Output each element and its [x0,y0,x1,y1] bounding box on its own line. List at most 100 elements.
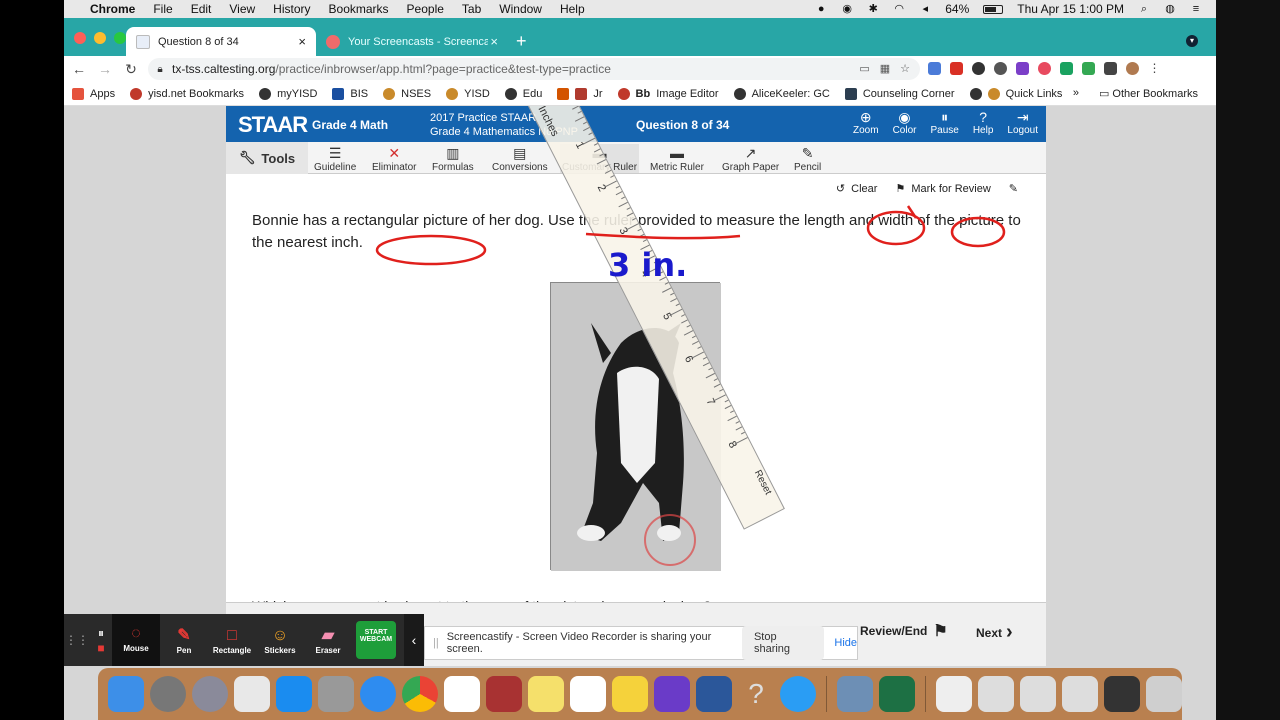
bookmark-quick-links[interactable]: Quick Links [969,87,1062,100]
imovie-icon[interactable] [654,676,690,712]
extensions-puzzle-icon[interactable] [1104,62,1117,75]
drag-handle-icon[interactable]: ⋮⋮ [64,633,90,647]
tab-screencasts[interactable]: Your Screencasts - Screencast × [316,27,508,56]
bookmark-alicekeeler[interactable]: AliceKeeler: GC [733,87,830,100]
extension-g-icon[interactable] [1082,62,1095,75]
notification-center-icon[interactable]: ≡ [1190,3,1202,15]
drag-handle-icon[interactable]: || [433,637,439,649]
battery-icon[interactable] [983,4,1004,14]
window-thumbnail-icon[interactable] [1062,676,1098,712]
tool-guideline[interactable]: ☰ Guideline [314,144,356,173]
extension-dark-icon[interactable] [994,62,1007,75]
mark-for-review-button[interactable]: ⚑ Mark for Review [895,182,990,196]
tab-question[interactable]: Question 8 of 34 × [126,27,316,56]
tools-toggle[interactable]: 🔧︎ Tools [226,142,308,174]
microphone-icon[interactable]: ● [815,3,827,15]
clock[interactable]: Thu Apr 15 1:00 PM [1017,2,1124,16]
collapse-icon[interactable]: ‹ [404,614,424,666]
menu-people[interactable]: People [407,2,444,16]
window-thumbnail-icon[interactable] [1020,676,1056,712]
sc-stickers-button[interactable]: ☺ Stickers [256,626,304,655]
translate-extension-icon[interactable] [928,62,941,75]
bookmark-yisd-net[interactable]: yisd.net Bookmarks [130,87,244,100]
sc-rectangle-button[interactable]: □ Rectangle [208,626,256,655]
screencast-icon[interactable]: ◉ [841,3,853,15]
quicktime-icon[interactable] [780,676,816,712]
tab-search-icon[interactable]: ▾ [1186,35,1198,47]
launchpad-icon[interactable] [192,676,228,712]
minimize-window-icon[interactable] [94,32,106,44]
bookmark-counseling[interactable]: Counseling Corner [844,87,955,100]
zoom-window-icon[interactable] [114,32,126,44]
new-tab-icon[interactable]: + [516,31,527,52]
reminders-icon[interactable] [570,676,606,712]
menu-tab[interactable]: Tab [462,2,481,16]
extension-green-icon[interactable] [1060,62,1073,75]
pause-button[interactable]: ⏸︎ Pause [930,109,958,136]
menu-view[interactable]: View [229,2,255,16]
preview-icon[interactable] [837,676,873,712]
pause-recording-icon[interactable]: ⏸︎ [90,626,112,641]
bookmark-myyisd[interactable]: myYISD [259,87,317,100]
other-bookmarks[interactable]: ▭ Other Bookmarks [1099,87,1198,100]
sc-pen-button[interactable]: ✎ Pen [160,626,208,655]
chrome-menu-icon[interactable]: ⋮ [1148,62,1161,75]
lock-icon[interactable]: 🔒︎ [148,64,172,75]
extension-c-icon[interactable] [1016,62,1029,75]
cast-icon[interactable]: ▭ [859,62,869,75]
forward-icon[interactable]: → [92,61,118,77]
tab-close-icon[interactable]: × [298,34,306,49]
sc-mouse-button[interactable]: ◌ Mouse [112,614,160,666]
bookmark-edu[interactable]: Edu [504,87,542,100]
tool-eliminator[interactable]: ✕ Eliminator [372,144,416,173]
screenshot-icon[interactable] [234,676,270,712]
tab-close-icon[interactable]: × [490,34,498,49]
address-bar[interactable]: 🔒︎ tx-tss.caltesting.org /practice/inbro… [148,58,920,80]
notes-icon[interactable] [528,676,564,712]
logout-button[interactable]: ⇥ Logout [1007,109,1038,136]
system-preferences-icon[interactable] [150,676,186,712]
chrome-icon[interactable] [402,676,438,712]
profile-avatar-icon[interactable] [1126,62,1139,75]
sc-start-webcam-button[interactable]: START WEBCAM [356,621,396,659]
finder-icon[interactable] [108,676,144,712]
document-thumbnail-icon[interactable] [936,676,972,712]
window-thumbnail-icon[interactable] [1104,676,1140,712]
extension-target-icon[interactable] [972,62,985,75]
volume-icon[interactable]: ◂ [919,3,931,15]
qr-icon[interactable]: ▦ [880,62,890,75]
word-icon[interactable] [696,676,732,712]
close-window-icon[interactable] [74,32,86,44]
bookmark-star-icon[interactable]: ☆ [900,62,910,75]
stop-recording-icon[interactable]: ■ [90,641,112,655]
bookmark-bis[interactable]: BIS [332,87,368,100]
siri-icon[interactable]: ◍ [1164,3,1176,15]
zoom-button[interactable]: ⊕ Zoom [853,109,879,136]
tool-graph-paper[interactable]: ↗ Graph Paper [722,144,779,173]
review-end-button[interactable]: Review/End ⚑ [860,621,948,641]
window-thumbnail-icon[interactable] [978,676,1014,712]
next-button[interactable]: Next › [976,621,1013,644]
ruler-reset-button[interactable]: Reset [752,468,774,496]
menu-app-name[interactable]: Chrome [90,2,135,16]
help-icon[interactable]: ? [738,676,774,712]
trash-icon[interactable] [1146,676,1182,712]
spotlight-icon[interactable]: ⌕ [1138,3,1150,15]
calculator-icon[interactable] [318,676,354,712]
bookmarks-overflow-icon[interactable]: » [1073,87,1079,100]
back-icon[interactable]: ← [66,61,92,77]
notepad-button[interactable]: ✎ [1009,182,1018,195]
bookmark-nses[interactable]: NSES [383,87,431,100]
safari-icon[interactable] [360,676,396,712]
bookmark-apps[interactable]: Apps [72,87,115,100]
bookmark-image-editor[interactable]: Bb Image Editor [617,87,719,100]
reload-icon[interactable]: ↻ [118,61,144,78]
menu-help[interactable]: Help [560,2,585,16]
sc-eraser-button[interactable]: ▰ Eraser [304,626,352,655]
tool-metric-ruler[interactable]: ▬ Metric Ruler [650,144,704,173]
menu-edit[interactable]: Edit [191,2,212,16]
menu-history[interactable]: History [273,2,310,16]
tool-conversions[interactable]: ▤ Conversions [492,144,548,173]
dictionary-icon[interactable] [486,676,522,712]
clear-button[interactable]: ↺ Clear [836,182,878,196]
